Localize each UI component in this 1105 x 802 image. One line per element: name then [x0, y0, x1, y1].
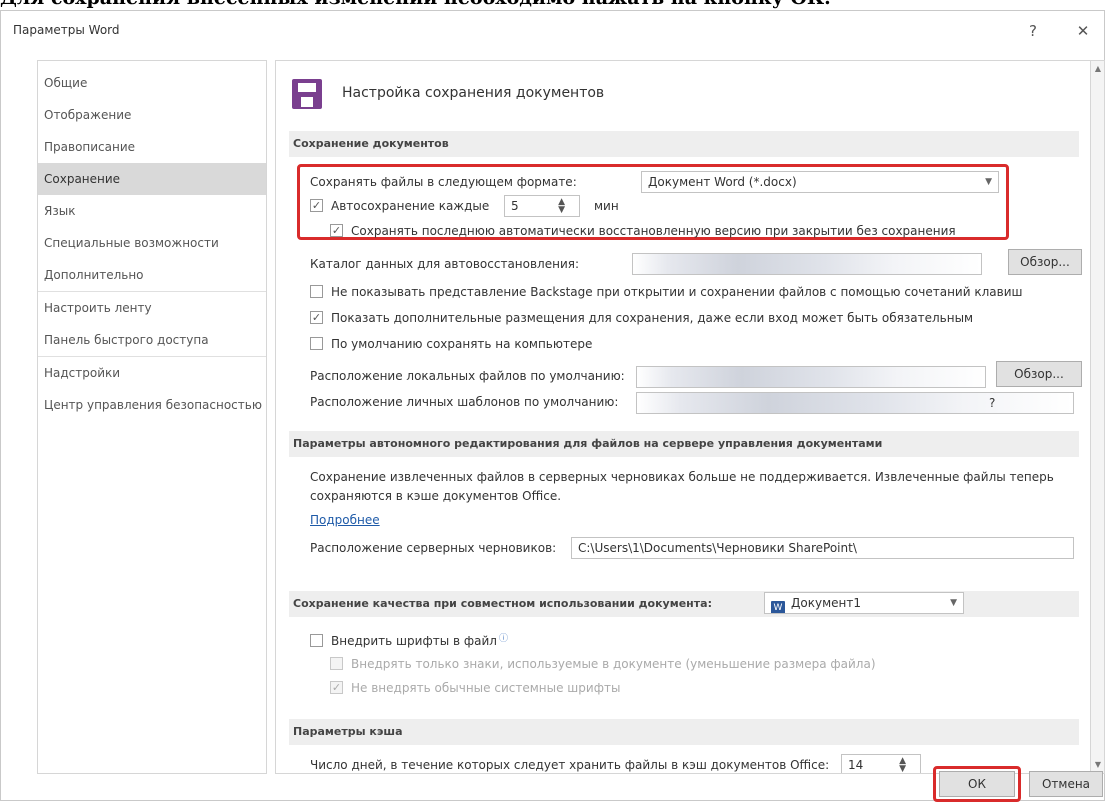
no-backstage-checkbox[interactable]	[310, 285, 323, 298]
window-title: Параметры Word	[13, 23, 120, 37]
offline-desc-line2: сохраняются в кэше документов Office.	[310, 489, 562, 503]
browse-autorecover-button[interactable]: Обзор...	[1008, 249, 1082, 275]
save-to-computer-checkbox[interactable]	[310, 337, 323, 350]
save-icon	[292, 79, 322, 109]
cancel-button[interactable]: Отмена	[1029, 771, 1103, 797]
spin-down-icon[interactable]: ▼	[558, 206, 565, 215]
sidebar-item-trust-center[interactable]: Центр управления безопасностью	[38, 389, 266, 421]
sidebar-item-general[interactable]: Общие	[38, 67, 266, 99]
sidebar-item-customize-ribbon[interactable]: Настроить ленту	[38, 292, 266, 324]
drafts-label: Расположение серверных черновиков:	[310, 541, 557, 555]
keep-last-label: Сохранять последнюю автоматически восста…	[351, 224, 956, 238]
autosave-unit: мин	[594, 199, 619, 213]
autorecover-path-input[interactable]	[632, 253, 982, 275]
sidebar-item-language[interactable]: Язык	[38, 195, 266, 227]
section-header-save: Сохранение документов	[289, 131, 1079, 157]
quality-document-dropdown[interactable]: W Документ1 ▼	[764, 592, 964, 614]
local-files-path-input[interactable]	[636, 366, 986, 388]
page-title: Настройка сохранения документов	[342, 85, 605, 101]
drafts-path-input[interactable]: C:\Users\1\Documents\Черновики SharePoin…	[571, 537, 1074, 559]
sidebar-item-accessibility[interactable]: Специальные возможности	[38, 227, 266, 259]
templates-label: Расположение личных шаблонов по умолчани…	[310, 395, 619, 409]
chevron-down-icon: ▼	[950, 598, 957, 608]
templates-suffix: ?	[989, 396, 996, 410]
word-document-icon: W	[771, 601, 785, 613]
more-info-link[interactable]: Подробнее	[310, 513, 380, 527]
no-backstage-label: Не показывать представление Backstage пр…	[331, 285, 1023, 299]
show-additional-row: Показать дополнительные размещения для с…	[310, 311, 973, 325]
sidebar-item-addins[interactable]: Надстройки	[38, 357, 266, 389]
format-label: Сохранять файлы в следующем формате:	[310, 175, 577, 189]
info-icon: ⓘ	[498, 634, 508, 644]
no-system-fonts-label: Не внедрять обычные системные шрифты	[351, 681, 621, 695]
no-system-fonts-row: Не внедрять обычные системные шрифты	[330, 681, 620, 695]
close-icon[interactable]: ✕	[1069, 19, 1097, 43]
save-to-computer-row: По умолчанию сохранять на компьютере	[310, 337, 592, 351]
autosave-value: 5	[511, 199, 519, 213]
format-dropdown[interactable]: Документ Word (*.docx) ▼	[641, 171, 999, 193]
autosave-minutes-input[interactable]: 5 ▲ ▼	[504, 195, 580, 217]
sidebar: Общие Отображение Правописание Сохранени…	[37, 60, 267, 774]
cache-days-value: 14	[848, 758, 864, 772]
chevron-down-icon: ▼	[985, 177, 992, 187]
ok-button[interactable]: ОК	[939, 771, 1015, 797]
embed-fonts-checkbox[interactable]	[310, 634, 323, 647]
embed-fonts-label: Внедрить шрифты в файл	[331, 634, 497, 648]
embed-only-used-label: Внедрять только знаки, используемые в до…	[351, 657, 876, 671]
cache-days-label: Число дней, в течение которых следует хр…	[310, 758, 830, 772]
caption-text: Для сохранения внесенных изменений необх…	[0, 0, 831, 9]
scroll-down-icon[interactable]: ▼	[1093, 759, 1103, 771]
embed-only-used-checkbox[interactable]	[330, 657, 343, 670]
sidebar-item-display[interactable]: Отображение	[38, 99, 266, 131]
options-dialog: Параметры Word ? ✕ Общие Отображение Пра…	[0, 10, 1105, 802]
show-additional-label: Показать дополнительные размещения для с…	[331, 311, 974, 325]
sidebar-item-save[interactable]: Сохранение	[38, 163, 266, 195]
spin-down-icon[interactable]: ▼	[899, 765, 906, 774]
drafts-value: C:\Users\1\Documents\Черновики SharePoin…	[578, 541, 857, 555]
autosave-checkbox[interactable]	[310, 199, 323, 212]
sidebar-item-proofing[interactable]: Правописание	[38, 131, 266, 163]
sidebar-item-advanced[interactable]: Дополнительно	[38, 259, 266, 291]
local-files-label: Расположение локальных файлов по умолчан…	[310, 369, 625, 383]
keep-last-checkbox[interactable]	[330, 224, 343, 237]
autorecover-label: Каталог данных для автовосстановления:	[310, 257, 580, 271]
save-to-computer-label: По умолчанию сохранять на компьютере	[331, 337, 593, 351]
embed-only-used-row: Внедрять только знаки, используемые в до…	[330, 657, 876, 671]
section-header-cache: Параметры кэша	[289, 719, 1079, 745]
no-backstage-row: Не показывать представление Backstage пр…	[310, 285, 1022, 299]
format-value: Документ Word (*.docx)	[648, 175, 797, 189]
quality-document-value: Документ1	[791, 596, 861, 610]
templates-path-input[interactable]: ?	[636, 392, 1074, 414]
autosave-row: Автосохранение каждые	[310, 199, 489, 213]
content-pane: Настройка сохранения документов Сохранен…	[275, 60, 1091, 774]
sidebar-item-quick-access[interactable]: Панель быстрого доступа	[38, 324, 266, 356]
no-system-fonts-checkbox[interactable]	[330, 681, 343, 694]
autosave-label: Автосохранение каждые	[331, 199, 490, 213]
show-additional-checkbox[interactable]	[310, 311, 323, 324]
embed-fonts-row: Внедрить шрифты в файл ⓘ	[310, 631, 508, 648]
title-bar: Параметры Word ? ✕	[1, 11, 1104, 51]
help-button[interactable]: ?	[1019, 19, 1047, 43]
scroll-up-icon[interactable]: ▲	[1093, 63, 1103, 75]
keep-last-row: Сохранять последнюю автоматически восста…	[330, 224, 956, 238]
cache-days-input[interactable]: 14 ▲ ▼	[841, 754, 921, 774]
offline-desc-line1: Сохранение извлеченных файлов в серверны…	[310, 470, 1054, 484]
content-scrollbar[interactable]: ▲ ▼	[1091, 60, 1105, 774]
browse-local-button[interactable]: Обзор...	[996, 361, 1082, 387]
section-header-offline: Параметры автономного редактирования для…	[289, 431, 1079, 457]
